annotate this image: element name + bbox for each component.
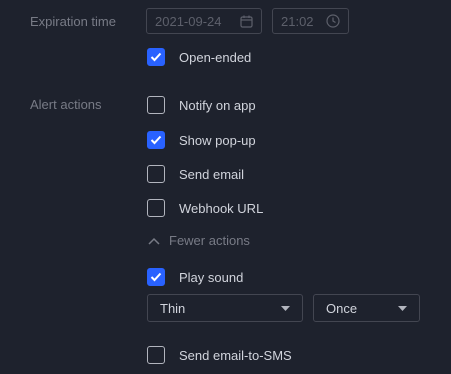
caret-down-icon [397,305,407,311]
show-popup-label: Show pop-up [179,132,256,148]
chevron-up-icon [147,234,161,248]
notify-on-app-option[interactable]: Notify on app [147,96,256,114]
show-popup-checkbox[interactable] [147,131,165,149]
send-email-option[interactable]: Send email [147,165,244,183]
open-ended-option[interactable]: Open-ended [147,48,251,66]
send-email-to-sms-label: Send email-to-SMS [179,347,292,363]
expiration-date-value: 2021-09-24 [155,13,222,29]
play-sound-checkbox[interactable] [147,268,165,286]
open-ended-checkbox[interactable] [147,48,165,66]
send-email-checkbox[interactable] [147,165,165,183]
send-email-to-sms-option[interactable]: Send email-to-SMS [147,346,292,364]
alert-settings-panel: Expiration time 2021-09-24 21:02 Open-en… [0,0,451,374]
open-ended-label: Open-ended [179,49,252,65]
expiration-date-input[interactable]: 2021-09-24 [146,8,262,34]
show-popup-option[interactable]: Show pop-up [147,131,256,149]
webhook-url-label: Webhook URL [179,200,264,216]
play-sound-option[interactable]: Play sound [147,268,243,286]
sound-repeat-value: Once [326,300,358,316]
calendar-icon [239,14,253,28]
expiration-time-input[interactable]: 21:02 [272,8,349,34]
notify-on-app-label: Notify on app [179,97,256,113]
sound-select-value: Thin [160,300,186,316]
checkmark-icon [150,52,162,62]
send-email-label: Send email [179,166,245,182]
fewer-actions-label: Fewer actions [169,233,250,248]
webhook-url-option[interactable]: Webhook URL [147,199,263,217]
expiration-time-value: 21:02 [281,13,314,29]
checkmark-icon [150,135,162,145]
sound-select[interactable]: Thin [147,294,303,322]
checkmark-icon [150,272,162,282]
play-sound-label: Play sound [179,269,244,285]
fewer-actions-toggle[interactable]: Fewer actions [147,233,250,248]
sound-repeat-select[interactable]: Once [313,294,420,322]
caret-down-icon [280,305,290,311]
clock-icon [326,14,340,28]
webhook-url-checkbox[interactable] [147,199,165,217]
alert-actions-label: Alert actions [30,97,102,112]
notify-on-app-checkbox[interactable] [147,96,165,114]
expiration-time-label: Expiration time [30,14,116,29]
send-email-to-sms-checkbox[interactable] [147,346,165,364]
